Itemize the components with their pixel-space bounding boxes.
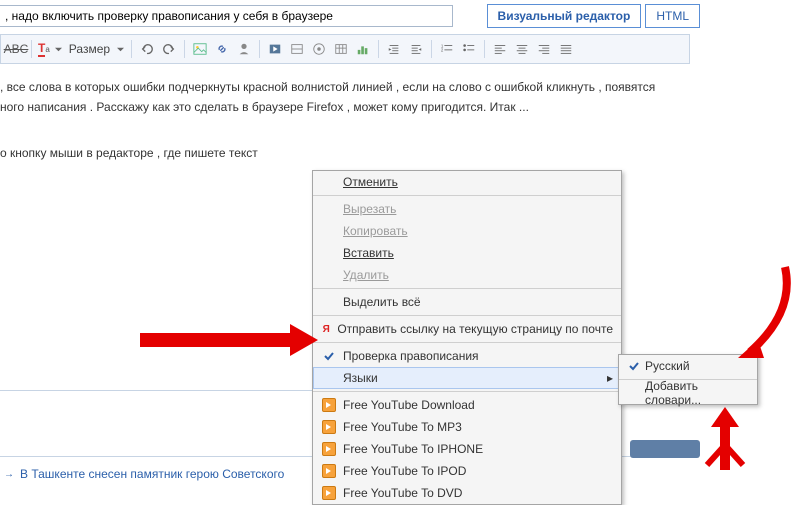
undo-icon[interactable] — [138, 40, 156, 58]
body-line-2: ного написания . Расскажу как это сделат… — [0, 98, 794, 116]
menu-yt-iphone[interactable]: Free YouTube To IPHONE — [313, 438, 621, 460]
body-line-3: о кнопку мыши в редакторе , где пишете т… — [0, 144, 794, 162]
youtube-icon — [322, 398, 336, 412]
body-line-1: , все слова в которых ошибки подчеркнуты… — [0, 78, 794, 96]
submenu-arrow-icon: ▸ — [607, 371, 613, 385]
check-icon — [319, 350, 339, 362]
list-bullet-icon[interactable] — [460, 40, 478, 58]
submenu-add-dict[interactable]: Добавить словари... — [619, 382, 757, 404]
post-title-input[interactable] — [0, 5, 453, 27]
media-icon[interactable] — [310, 40, 328, 58]
related-link-text: В Ташкенте снесен памятник герою Советск… — [20, 467, 284, 481]
indent-right-icon[interactable] — [385, 40, 403, 58]
editor-toolbar: ABC Ta Размер 12 — [0, 34, 690, 64]
menu-undo[interactable]: Отменить — [313, 171, 621, 193]
youtube-icon — [322, 420, 336, 434]
table-icon[interactable] — [332, 40, 350, 58]
decorative-bar — [630, 440, 700, 458]
svg-text:2: 2 — [441, 48, 444, 53]
align-left-icon[interactable] — [491, 40, 509, 58]
tab-html[interactable]: HTML — [645, 4, 700, 28]
link-icon[interactable] — [213, 40, 231, 58]
poll-icon[interactable] — [354, 40, 372, 58]
tab-visual-editor[interactable]: Визуальный редактор — [487, 4, 642, 28]
video-icon[interactable] — [266, 40, 284, 58]
youtube-icon — [322, 486, 336, 500]
yandex-icon: Я — [319, 322, 333, 336]
menu-yt-mp3[interactable]: Free YouTube To MP3 — [313, 416, 621, 438]
menu-yt-ipod[interactable]: Free YouTube To IPOD — [313, 460, 621, 482]
user-icon[interactable] — [235, 40, 253, 58]
annotation-arrow-right — [730, 262, 800, 365]
font-size-label: Размер — [69, 42, 110, 56]
image-icon[interactable] — [191, 40, 209, 58]
youtube-icon — [322, 464, 336, 478]
align-justify-icon[interactable] — [557, 40, 575, 58]
menu-paste[interactable]: Вставить — [313, 242, 621, 264]
menu-languages[interactable]: Языки▸ — [313, 367, 621, 389]
annotation-arrow-bottom — [695, 405, 755, 478]
menu-select-all[interactable]: Выделить всё — [313, 291, 621, 313]
annotation-arrow-left — [140, 320, 320, 363]
menu-yt-download[interactable]: Free YouTube Download — [313, 394, 621, 416]
youtube-icon — [322, 442, 336, 456]
indent-left-icon[interactable] — [407, 40, 425, 58]
strikethrough-icon[interactable]: ABC — [7, 40, 25, 58]
menu-send-link[interactable]: ЯОтправить ссылку на текущую страницу по… — [313, 318, 621, 340]
align-right-icon[interactable] — [535, 40, 553, 58]
menu-copy: Копировать — [313, 220, 621, 242]
redo-icon[interactable] — [160, 40, 178, 58]
align-center-icon[interactable] — [513, 40, 531, 58]
list-ordered-icon[interactable]: 12 — [438, 40, 456, 58]
cut-icon[interactable] — [288, 40, 306, 58]
text-color-icon[interactable]: Ta — [38, 40, 50, 58]
arrow-right-icon: → — [4, 469, 14, 480]
menu-delete: Удалить — [313, 264, 621, 286]
font-size-dropdown[interactable] — [116, 46, 125, 53]
related-link[interactable]: → В Ташкенте снесен памятник герою Совет… — [4, 467, 284, 481]
check-icon — [625, 360, 643, 372]
menu-cut: Вырезать — [313, 198, 621, 220]
menu-spellcheck[interactable]: Проверка правописания — [313, 345, 621, 367]
context-menu: Отменить Вырезать Копировать Вставить Уд… — [312, 170, 622, 505]
text-color-dropdown[interactable] — [54, 46, 63, 53]
